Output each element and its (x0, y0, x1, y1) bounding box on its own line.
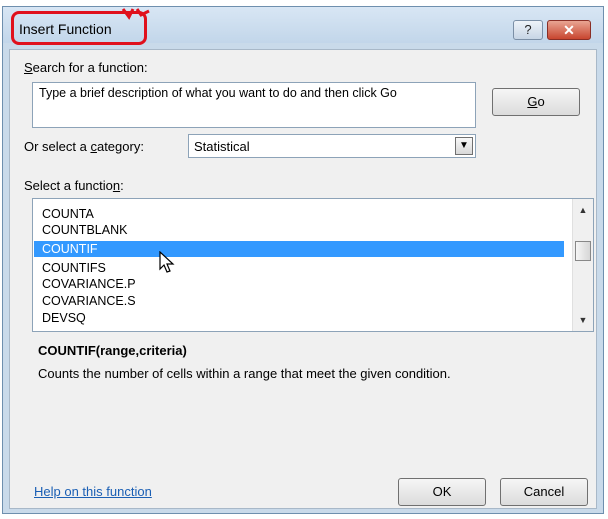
close-button[interactable]: ✕ (547, 20, 591, 40)
help-button[interactable]: ? (513, 20, 543, 40)
mouse-pointer-icon (159, 251, 175, 273)
go-button[interactable]: Go (492, 88, 580, 116)
function-signature: COUNTIF(range,criteria) (38, 343, 187, 358)
function-listbox[interactable]: COUNTA COUNTBLANK COUNTIF COUNTIFS COVAR… (32, 198, 594, 332)
list-item[interactable]: COUNTIFS (34, 260, 564, 276)
list-item-selected[interactable]: COUNTIF (34, 241, 564, 257)
category-label: Or select a category: (24, 139, 144, 154)
search-label: Search for a function: (24, 60, 148, 75)
help-on-function-link[interactable]: Help on this function (34, 484, 152, 499)
category-selected-value: Statistical (194, 139, 250, 154)
chevron-down-icon[interactable]: ▼ (455, 137, 473, 155)
search-input[interactable]: Type a brief description of what you wan… (32, 82, 476, 128)
list-item[interactable]: DEVSQ (34, 310, 564, 326)
list-item[interactable]: COVARIANCE.P (34, 276, 564, 292)
list-scrollbar[interactable]: ▲ ▼ (572, 199, 593, 331)
scroll-thumb[interactable] (575, 241, 591, 261)
ok-button[interactable]: OK (398, 478, 486, 506)
function-description: Counts the number of cells within a rang… (38, 366, 451, 381)
scroll-down-icon[interactable]: ▼ (573, 311, 593, 329)
list-item[interactable]: COUNTA (34, 206, 564, 222)
scroll-up-icon[interactable]: ▲ (573, 201, 593, 219)
list-item[interactable]: COVARIANCE.S (34, 293, 564, 309)
red-scribble-mark (121, 8, 150, 20)
function-list-label: Select a function: (24, 178, 124, 193)
cancel-button[interactable]: Cancel (500, 478, 588, 506)
category-select[interactable]: Statistical ▼ (188, 134, 476, 158)
list-item[interactable]: COUNTBLANK (34, 222, 564, 238)
